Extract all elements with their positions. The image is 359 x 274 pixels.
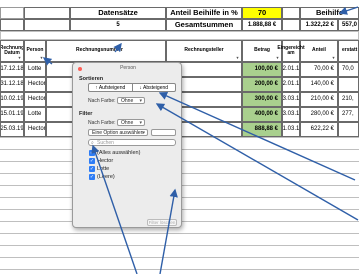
filter-dropdown-icon[interactable]: ▾ (235, 56, 240, 60)
column-header-rechnungsnummer[interactable]: Rechnungsnummer (46, 40, 166, 62)
record-count: 5 (70, 19, 166, 31)
cell-anteil[interactable]: 140,00 € (300, 77, 338, 92)
column-header-rechnungsteller[interactable]: Rechnungsteller ▾ (166, 40, 242, 62)
empty-cell (0, 7, 24, 19)
filter-value-label: Lotte (97, 166, 110, 172)
filter-color-value: Ohne (121, 120, 134, 126)
anteil-beihilfe-value[interactable]: 70 (242, 7, 282, 19)
checkbox-icon[interactable]: ✓ (89, 174, 95, 180)
cell-datum[interactable]: 31.12.18 (0, 77, 24, 92)
cell-eingereicht[interactable]: 02.01.19 (282, 62, 300, 77)
erstattet-sum: 557,0 (338, 19, 359, 31)
filter-option-value: Eine Option auswählen (92, 130, 144, 136)
filter-value-label: (Leere) (97, 174, 115, 180)
cell-person[interactable]: Hector (24, 77, 46, 92)
empty-cell (24, 7, 70, 19)
empty-cell (24, 19, 70, 31)
cell-erstattet[interactable] (338, 122, 359, 137)
cell-datum[interactable]: 10.02.19 (0, 92, 24, 107)
cell-person[interactable]: Lotte (24, 107, 46, 122)
cell-person[interactable]: Lotte (24, 62, 46, 77)
cell-anteil[interactable]: 70,00 € (300, 62, 338, 77)
cell-erstattet[interactable] (338, 77, 359, 92)
column-header-eingereicht[interactable]: Eingereicht am (276, 40, 306, 62)
search-icon: ⌕ (91, 140, 94, 146)
sort-color-select[interactable]: Ohne ▾ (117, 97, 145, 104)
cell-erstattet[interactable]: 210, (338, 92, 359, 107)
cell-eingereicht[interactable]: 02.01.19 (282, 77, 300, 92)
filter-dropdown-icon[interactable]: ▾ (331, 56, 336, 60)
filter-value-label: (Alles auswählen) (97, 150, 141, 156)
spacer-row (0, 31, 359, 40)
cell-betrag[interactable]: 888,88 € (242, 122, 282, 137)
filter-value-item[interactable]: ✓ (Alles auswählen) (89, 150, 140, 156)
column-header-person[interactable]: Person ▾ (24, 40, 46, 62)
column-header-erstattet[interactable]: erstatt (338, 40, 359, 62)
cell-betrag[interactable]: 300,00 € (242, 92, 282, 107)
gesamtsummen-label: Gesamtsummen (166, 19, 242, 31)
cell-eingereicht[interactable]: 31.03.19 (282, 122, 300, 137)
chevron-down-icon: ▾ (142, 130, 145, 136)
cell-betrag[interactable]: 400,00 € (242, 107, 282, 122)
sort-descending-button[interactable]: ↓ Absteigend (131, 84, 176, 91)
cell-datum[interactable]: 15.01.19 (0, 107, 24, 122)
empty-cell (282, 7, 300, 19)
cell-erstattet[interactable]: 277, (338, 107, 359, 122)
datensaetze-label: Datensätze (70, 7, 166, 19)
empty-cell (282, 19, 300, 31)
column-header-rechnung-datum[interactable]: Rechnung Datum ▾ (0, 40, 24, 62)
filter-color-select[interactable]: Ohne ▾ (117, 119, 145, 126)
popover-title: Person (120, 65, 136, 71)
cell-person[interactable]: Hector (24, 122, 46, 137)
cell-betrag[interactable]: 200,00 € (242, 77, 282, 92)
cell-person[interactable]: Hector (24, 92, 46, 107)
cell-eingereicht[interactable]: 03.03.19 (282, 107, 300, 122)
sort-by-color-label: Nach Farbe: (88, 98, 116, 104)
sort-section-label: Sortieren (79, 76, 104, 82)
sort-ascending-button[interactable]: ↑ Aufsteigend (89, 84, 132, 91)
checkbox-icon[interactable]: ✓ (89, 150, 95, 156)
search-input[interactable]: ⌕ Suchen (88, 139, 176, 146)
eingereicht-label: Eingereicht am (277, 44, 305, 56)
filter-dropdown-icon[interactable]: ▾ (39, 56, 44, 60)
cell-betrag[interactable]: 100,00 € (242, 62, 282, 77)
checkbox-icon[interactable]: ✓ (89, 158, 95, 164)
sort-color-value: Ohne (121, 98, 134, 104)
anteil-sum: 1.322,22 € (300, 19, 338, 31)
chevron-down-icon: ▾ (139, 98, 142, 104)
filter-value-item[interactable]: ✓ Hector (89, 158, 113, 164)
filter-value-item[interactable]: ✓ (Leere) (89, 174, 115, 180)
cell-anteil[interactable]: 210,00 € (300, 92, 338, 107)
filter-popover[interactable]: Person Sortieren ↑ Aufsteigend ↓ Absteig… (72, 62, 182, 228)
cell-datum[interactable]: 25.03.19 (0, 122, 24, 137)
chevron-down-icon: ▾ (139, 120, 142, 126)
cell-erstattet[interactable]: 70,0 (338, 62, 359, 77)
beihilfe-label: Beihilfe (300, 7, 359, 19)
filter-dropdown-icon[interactable]: ▾ (17, 56, 22, 60)
empty-cell (0, 19, 24, 31)
cell-anteil[interactable]: 622,22 € (300, 122, 338, 137)
filter-value-item[interactable]: ✓ Lotte (89, 166, 109, 172)
filter-value-label: Hector (97, 158, 114, 164)
anteil-beihilfe-label: Anteil Beihilfe in % (166, 7, 242, 19)
search-placeholder: Suchen (97, 140, 114, 146)
betrag-sum: 1.888,88 € (242, 19, 282, 31)
cell-eingereicht[interactable]: 03.03.19 (282, 92, 300, 107)
sort-segmented-control[interactable]: ↑ Aufsteigend ↓ Absteigend (88, 83, 176, 92)
checkbox-icon[interactable]: ✓ (89, 166, 95, 172)
filter-section-label: Filter (79, 111, 93, 117)
cell-anteil[interactable]: 280,00 € (300, 107, 338, 122)
clear-filter-button[interactable]: Filter löschen (147, 219, 177, 226)
filter-by-color-label: Nach Farbe: (88, 120, 116, 126)
filter-value-field[interactable] (151, 129, 176, 136)
filter-option-select[interactable]: Eine Option auswählen ▾ (88, 129, 148, 136)
cell-datum[interactable]: 17.12.18 (0, 62, 24, 77)
